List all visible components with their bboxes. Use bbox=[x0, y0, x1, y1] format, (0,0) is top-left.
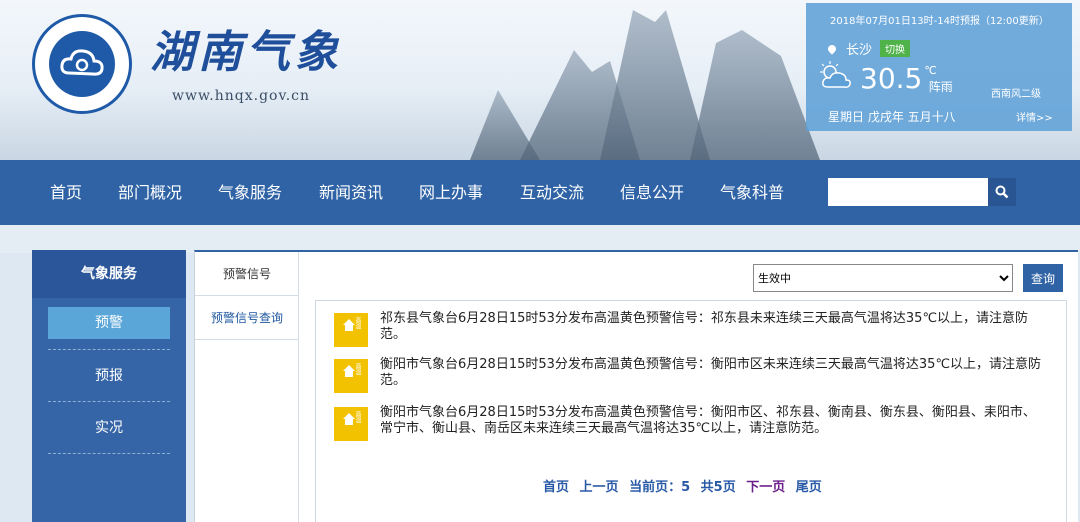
site-logo-title[interactable]: 湖南气象 bbox=[150, 16, 342, 80]
query-button[interactable]: 查询 bbox=[1023, 264, 1063, 292]
wind-info: 西南风二级 bbox=[991, 89, 1041, 100]
sun-cloud-icon bbox=[818, 61, 852, 95]
tab-warning-query[interactable]: 预警信号查询 bbox=[195, 296, 299, 340]
pager-last[interactable]: 尾页 bbox=[796, 480, 822, 495]
city-name: 长沙 bbox=[846, 43, 873, 58]
search-icon bbox=[995, 185, 1009, 199]
nav-online-service[interactable]: 网上办事 bbox=[419, 160, 483, 225]
spacer bbox=[0, 225, 1080, 253]
pagination: 首页 上一页 当前页：5 共5页 下一页 尾页 bbox=[543, 476, 828, 495]
switch-city-button[interactable]: 切换 bbox=[880, 40, 911, 57]
sidebar-divider bbox=[48, 349, 170, 350]
nav-news[interactable]: 新闻资讯 bbox=[319, 160, 383, 225]
high-temp-yellow-warning-icon: 高温 bbox=[334, 359, 368, 393]
temperature-value: 30.5 bbox=[860, 62, 923, 95]
sidebar-item-forecast[interactable]: 预报 bbox=[48, 360, 170, 392]
tab-warning-signal[interactable]: 预警信号 bbox=[195, 252, 299, 296]
weather-details-link[interactable]: 详情>> bbox=[1016, 109, 1053, 124]
pager-current: 当前页：5 bbox=[629, 480, 691, 495]
site-url: www.hnqx.gov.cn bbox=[172, 88, 311, 104]
nav-weather-service[interactable]: 气象服务 bbox=[218, 160, 282, 225]
site-header: 湖南气象 www.hnqx.gov.cn 2018年07月01日13时-14时预… bbox=[0, 0, 1080, 160]
sidebar: 气象服务 预警 预报 实况 bbox=[32, 250, 186, 522]
warning-text[interactable]: 祁东县气象台6月28日15时53分发布高温黄色预警信号：祁东县未来连续三天最高气… bbox=[380, 311, 1045, 343]
lunar-date: 星期日 戊戌年 五月十八 bbox=[828, 110, 956, 124]
site-logo-seal[interactable] bbox=[32, 14, 132, 114]
sidebar-title: 气象服务 bbox=[32, 250, 186, 298]
sidebar-divider bbox=[48, 453, 170, 454]
subnav: 预警信号 预警信号查询 bbox=[195, 252, 299, 522]
warning-text[interactable]: 衡阳市气象台6月28日15时53分发布高温黄色预警信号：衡阳市区、祁东县、衡南县… bbox=[380, 405, 1045, 437]
pager-total: 共5页 bbox=[700, 480, 736, 495]
temperature-row: 30.5 ℃ 阵雨 bbox=[818, 61, 953, 95]
warning-text[interactable]: 衡阳市气象台6月28日15时53分发布高温黄色预警信号：衡阳市区未来连续三天最高… bbox=[380, 357, 1045, 389]
location-pin-icon bbox=[826, 42, 838, 55]
location-row: 长沙 切换 bbox=[826, 39, 911, 58]
cloud-icon bbox=[49, 31, 115, 97]
search-button[interactable] bbox=[988, 178, 1016, 206]
nav-science[interactable]: 气象科普 bbox=[720, 160, 784, 225]
mountain-decoration bbox=[600, 10, 710, 160]
weather-condition: 阵雨 bbox=[928, 80, 953, 94]
pager-next[interactable]: 下一页 bbox=[746, 480, 785, 495]
weather-panel: 2018年07月01日13时-14时预报（12:00更新） 长沙 切换 30.5… bbox=[806, 3, 1072, 131]
nav-department[interactable]: 部门概况 bbox=[118, 160, 182, 225]
nav-info-disclosure[interactable]: 信息公开 bbox=[620, 160, 684, 225]
pager-first[interactable]: 首页 bbox=[543, 480, 569, 495]
sidebar-item-observation[interactable]: 实况 bbox=[48, 412, 170, 444]
high-temp-yellow-warning-icon: 高温 bbox=[334, 407, 368, 441]
nav-interaction[interactable]: 互动交流 bbox=[520, 160, 584, 225]
sidebar-divider bbox=[48, 401, 170, 402]
nav-home[interactable]: 首页 bbox=[50, 160, 82, 225]
mountain-decoration bbox=[690, 30, 820, 160]
pager-prev[interactable]: 上一页 bbox=[580, 480, 619, 495]
temperature-unit: ℃ bbox=[924, 64, 937, 77]
forecast-time: 2018年07月01日13时-14时预报（12:00更新） bbox=[830, 16, 1049, 27]
status-filter-select[interactable]: 生效中 bbox=[753, 264, 1013, 292]
high-temp-yellow-warning-icon: 高温 bbox=[334, 313, 368, 347]
sidebar-item-warning[interactable]: 预警 bbox=[48, 307, 170, 339]
main-panel: 预警信号 预警信号查询 生效中 查询 高温 祁东县气象台6月28日15时53分发… bbox=[194, 250, 1078, 522]
search-input[interactable] bbox=[828, 178, 988, 206]
